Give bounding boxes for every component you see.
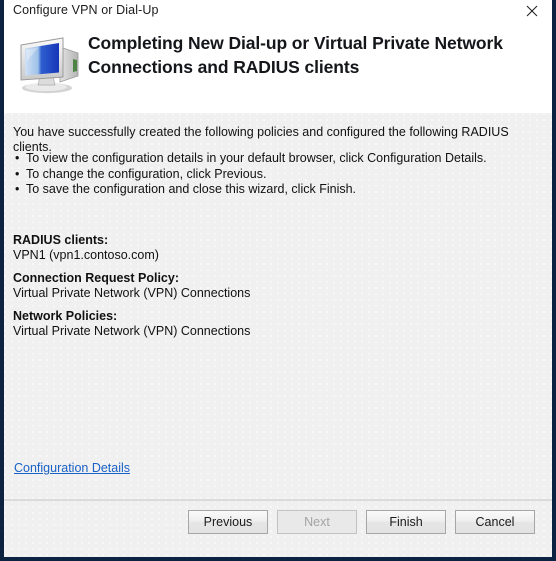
window-title: Configure VPN or Dial-Up (13, 3, 159, 17)
button-row: Previous Next Finish Cancel (188, 510, 535, 534)
summary-list: RADIUS clients: VPN1 (vpn1.contoso.com) … (13, 233, 538, 347)
summary-value: Virtual Private Network (VPN) Connection… (13, 324, 251, 338)
next-button: Next (277, 510, 357, 534)
summary-label: RADIUS clients: (13, 233, 109, 247)
page-title: Completing New Dial-up or Virtual Privat… (88, 33, 503, 77)
wizard-footer: Previous Next Finish Cancel (4, 499, 552, 557)
wizard-header: Completing New Dial-up or Virtual Privat… (4, 23, 552, 113)
close-icon (526, 5, 538, 17)
previous-button[interactable]: Previous (188, 510, 268, 534)
summary-value: VPN1 (vpn1.contoso.com) (13, 248, 159, 262)
configuration-details-link[interactable]: Configuration Details (14, 461, 130, 475)
summary-label: Network Policies: (13, 309, 118, 323)
summary-group-radius-clients: RADIUS clients: VPN1 (vpn1.contoso.com) (13, 233, 538, 263)
instruction-list: • To view the configuration details in y… (13, 151, 538, 198)
list-item-label: To save the configuration and close this… (26, 182, 357, 196)
summary-group-connection-request-policy: Connection Request Policy: Virtual Priva… (13, 271, 538, 301)
close-button[interactable] (512, 0, 552, 22)
wizard-body: You have successfully created the follow… (4, 113, 552, 500)
summary-group-network-policies: Network Policies: Virtual Private Networ… (13, 309, 538, 339)
list-item-label: To view the configuration details in you… (26, 151, 487, 165)
computer-monitor-icon (15, 33, 89, 95)
bullet-icon: • (15, 151, 20, 165)
wizard-window: Configure VPN or Dial-Up Completing New … (0, 0, 556, 561)
footer-divider (4, 500, 552, 501)
summary-label: Connection Request Policy: (13, 271, 179, 285)
list-item-label: To change the configuration, click Previ… (26, 166, 267, 181)
summary-value: Virtual Private Network (VPN) Connection… (13, 286, 251, 300)
bullet-icon: • (15, 166, 20, 181)
list-item: • To view the configuration details in y… (13, 151, 538, 166)
title-bar: Configure VPN or Dial-Up (4, 0, 552, 24)
list-item: • To change the configuration, click Pre… (13, 167, 538, 182)
finish-button[interactable]: Finish (366, 510, 446, 534)
cancel-button[interactable]: Cancel (455, 510, 535, 534)
bullet-icon: • (15, 182, 20, 196)
list-item: • To save the configuration and close th… (13, 182, 538, 197)
